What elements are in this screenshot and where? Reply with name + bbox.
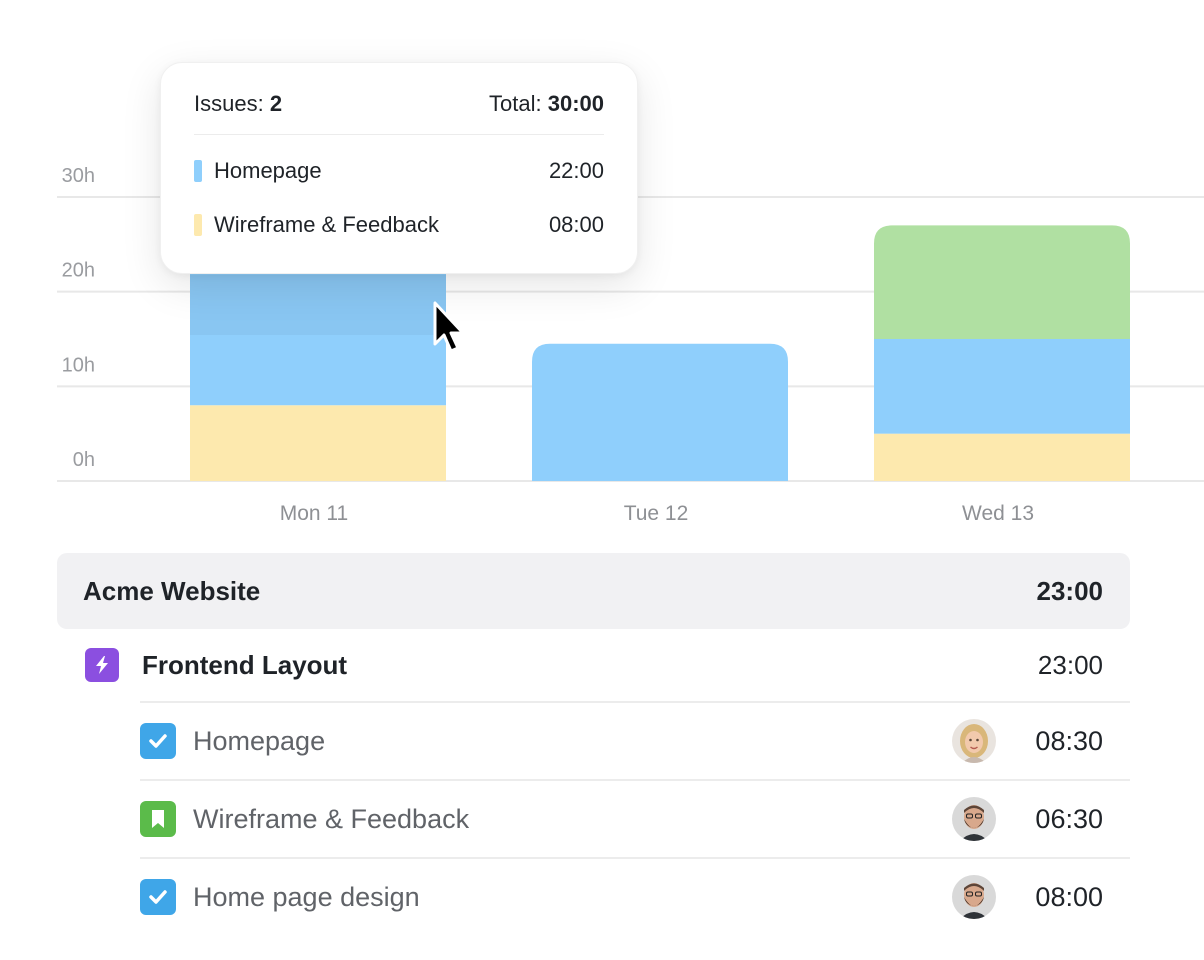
chart-tooltip: Issues: 2 Total: 30:00 Homepage 22:00 Wi… bbox=[160, 62, 638, 274]
mouse-cursor-icon bbox=[433, 301, 465, 353]
tooltip-row-label: Homepage bbox=[214, 158, 322, 183]
legend-swatch bbox=[194, 160, 202, 182]
x-tick-label: Mon 11 bbox=[280, 502, 349, 525]
bar-segment[interactable] bbox=[190, 405, 446, 481]
bar-segment[interactable] bbox=[532, 343, 788, 481]
woman-avatar bbox=[952, 719, 996, 763]
x-tick-label: Wed 13 bbox=[962, 502, 1034, 525]
bar-segment[interactable] bbox=[874, 225, 1130, 339]
y-tick-label: 30h bbox=[62, 165, 95, 187]
task-time: 08:30 bbox=[1035, 725, 1103, 756]
tooltip-row-label: Wireframe & Feedback bbox=[214, 212, 439, 237]
checkbox-icon[interactable] bbox=[140, 723, 176, 759]
task-time: 08:00 bbox=[1035, 881, 1103, 912]
epic-total: 23:00 bbox=[1037, 649, 1103, 680]
tooltip-header: Issues: 2 Total: 30:00 bbox=[194, 89, 604, 119]
y-tick-label: 0h bbox=[73, 449, 95, 471]
man-avatar bbox=[952, 797, 996, 841]
checkbox-icon[interactable] bbox=[140, 879, 176, 915]
group-title: Acme Website bbox=[83, 575, 261, 606]
legend-swatch bbox=[194, 214, 202, 236]
task-title: Homepage bbox=[193, 725, 326, 756]
bar-segment[interactable] bbox=[874, 433, 1130, 481]
group-row-acme-website[interactable]: Acme Website 23:00 bbox=[57, 553, 1130, 629]
tooltip-row-time: 22:00 bbox=[548, 158, 604, 183]
tooltip-row-time: 08:00 bbox=[548, 212, 604, 237]
y-tick-label: 20h bbox=[62, 260, 95, 282]
task-title: Home page design bbox=[193, 881, 420, 912]
epic-title: Frontend Layout bbox=[142, 649, 348, 680]
tooltip-divider bbox=[194, 134, 604, 135]
tooltip-row: Homepage 22:00 bbox=[194, 156, 604, 186]
man-avatar bbox=[952, 875, 996, 919]
epic-row-frontend-layout[interactable]: Frontend Layout 23:00 bbox=[85, 630, 1103, 700]
x-tick-label: Tue 12 bbox=[624, 502, 689, 525]
task-row[interactable]: Homepage 08:30 bbox=[140, 703, 1103, 779]
task-time: 06:30 bbox=[1035, 803, 1103, 834]
bolt-icon bbox=[85, 648, 119, 682]
tooltip-row: Wireframe & Feedback 08:00 bbox=[194, 210, 604, 240]
task-title: Wireframe & Feedback bbox=[193, 803, 470, 834]
bar-hover-shade bbox=[190, 275, 446, 335]
tooltip-total: Total: 30:00 bbox=[489, 91, 604, 116]
task-row[interactable]: Wireframe & Feedback 06:30 bbox=[140, 781, 1103, 857]
bar-segment[interactable] bbox=[874, 339, 1130, 434]
bookmark-icon[interactable] bbox=[140, 801, 176, 837]
tooltip-issues: Issues: 2 bbox=[194, 91, 283, 116]
y-tick-label: 10h bbox=[62, 354, 95, 376]
group-total: 23:00 bbox=[1036, 575, 1104, 606]
task-row[interactable]: Home page design 08:00 bbox=[140, 859, 1103, 935]
